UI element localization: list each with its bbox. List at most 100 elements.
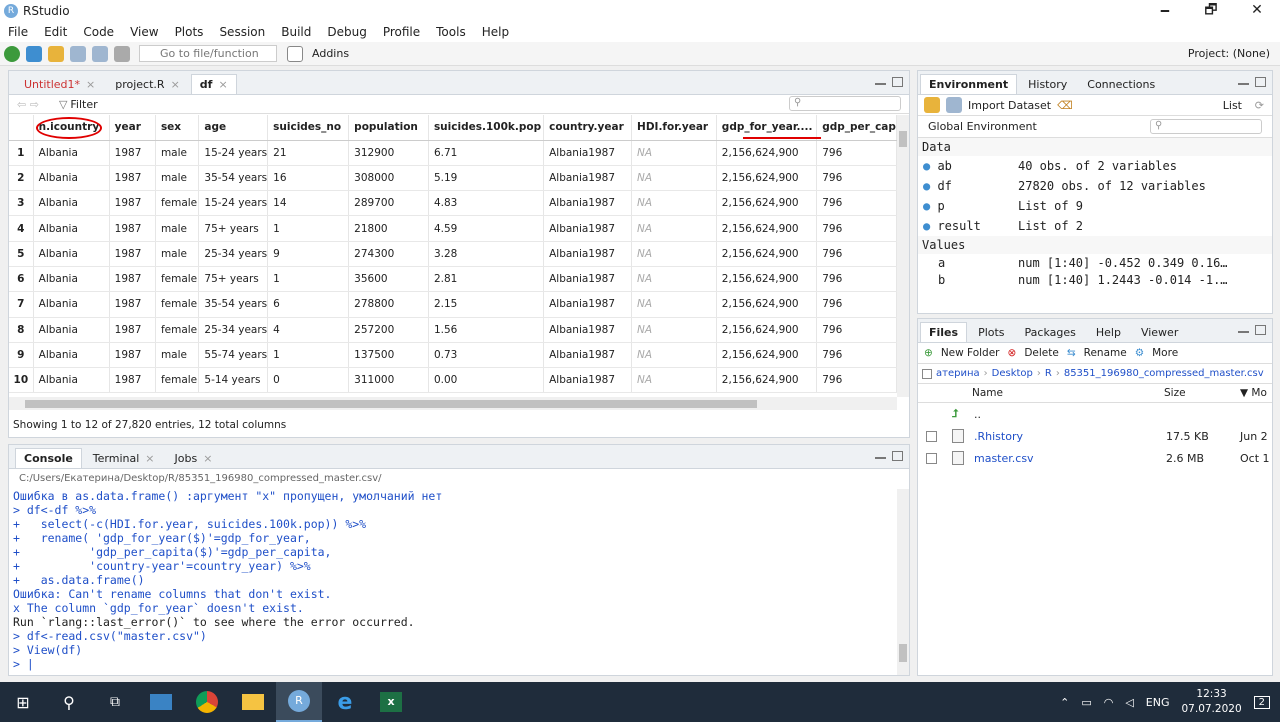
new-file-icon[interactable]	[4, 45, 20, 62]
table-row[interactable]: 1 Albania 1987 male 15-24 years 21 312900 6.71 A…	[9, 140, 897, 166]
start-button[interactable]: ⊞	[0, 682, 46, 722]
volume-icon[interactable]: ◁	[1125, 696, 1133, 709]
minimize-pane-button[interactable]	[875, 77, 886, 85]
tab-viewer[interactable]: Viewer	[1132, 322, 1187, 342]
table-row[interactable]: 2 Albania 1987 male 35-54 years 16 308000 5.19 A…	[9, 165, 897, 192]
print-icon[interactable]	[114, 45, 130, 62]
global-environment-menu[interactable]: Global Environment	[928, 120, 1037, 133]
taskbar-app-folder[interactable]	[138, 682, 184, 722]
close-icon[interactable]: ×	[145, 449, 154, 469]
tab-help[interactable]: Help	[1087, 322, 1130, 342]
maximize-pane-button[interactable]	[1255, 77, 1266, 87]
column-header[interactable]: population	[348, 115, 429, 141]
column-header[interactable]: country.year	[543, 115, 633, 141]
table-row[interactable]: 3 Albania 1987 female 15-24 years 14 289700 4.8…	[9, 190, 897, 217]
tab-environment[interactable]: Environment	[920, 74, 1018, 94]
tab-project-r[interactable]: project.R ×	[106, 74, 189, 94]
column-header[interactable]: HDI.for.year	[631, 115, 717, 141]
open-file-icon[interactable]	[48, 45, 64, 62]
save-workspace-icon[interactable]	[946, 97, 962, 113]
taskbar-app-chrome[interactable]	[184, 682, 230, 722]
table-row[interactable]: 8 Albania 1987 female 25-34 years 4 257200 1.56…	[9, 317, 897, 343]
env-value-row[interactable]: a num [1:40] -0.452 0.349 0.16…	[918, 254, 1272, 271]
taskbar-app-excel[interactable]: x	[368, 682, 414, 722]
maximize-pane-button[interactable]	[1255, 325, 1266, 335]
file-name-link[interactable]: master.csv	[974, 452, 1034, 465]
grid-layout-icon[interactable]	[287, 45, 303, 62]
delete-button[interactable]: Delete	[1024, 347, 1059, 359]
file-row[interactable]: .Rhistory 17.5 KB Jun 2	[918, 425, 1272, 447]
minimize-button[interactable]: 🗕	[1142, 0, 1188, 22]
column-header[interactable]: age	[198, 115, 269, 141]
addins-menu[interactable]: Addins	[312, 47, 349, 60]
notifications-icon[interactable]: 2	[1253, 695, 1270, 709]
expand-icon[interactable]: ●	[923, 199, 937, 213]
tab-jobs[interactable]: Jobs ×	[166, 448, 222, 468]
tab-packages[interactable]: Packages	[1016, 322, 1085, 342]
search-button[interactable]: ⚲	[46, 682, 92, 722]
horizontal-scrollbar[interactable]	[9, 397, 897, 410]
tab-terminal[interactable]: Terminal ×	[84, 448, 164, 468]
env-value-row[interactable]: b num [1:40] 1.2443 -0.014 -1.…	[918, 271, 1272, 288]
expand-icon[interactable]: ●	[923, 219, 937, 233]
env-data-row[interactable]: ● df 27820 obs. of 12 variables	[918, 176, 1272, 196]
close-icon[interactable]: ×	[86, 75, 95, 95]
battery-icon[interactable]: ▭	[1081, 696, 1091, 709]
name-column-header[interactable]: Name	[972, 387, 1003, 399]
menu-file[interactable]: File	[0, 25, 36, 39]
close-icon[interactable]: ×	[203, 449, 212, 469]
table-row[interactable]: 5 Albania 1987 male 25-34 years 9 274300 3.28 Al…	[9, 241, 897, 267]
list-view-menu[interactable]: List	[1223, 99, 1242, 112]
expand-icon[interactable]: ●	[923, 179, 937, 193]
menu-debug[interactable]: Debug	[319, 25, 374, 39]
breadcrumb-item[interactable]: атерина	[936, 368, 980, 379]
table-search-input[interactable]: ⚲	[789, 96, 901, 111]
breadcrumb-item[interactable]: Desktop	[992, 368, 1033, 379]
file-row[interactable]: master.csv 2.6 MB Oct 1	[918, 447, 1272, 469]
filter-icon[interactable]: ▽	[59, 98, 67, 111]
clock[interactable]: 12:33 07.07.2020	[1182, 687, 1242, 717]
env-search-input[interactable]: ⚲	[1150, 119, 1262, 134]
minimize-pane-button[interactable]	[875, 451, 886, 459]
import-dataset-button[interactable]: Import Dataset	[968, 99, 1051, 112]
breadcrumb-item[interactable]: 85351_196980_compressed_master.csv	[1064, 368, 1264, 379]
minimize-pane-button[interactable]	[1238, 77, 1249, 85]
file-checkbox[interactable]	[926, 452, 937, 464]
menu-plots[interactable]: Plots	[167, 25, 212, 39]
tab-history[interactable]: History	[1019, 74, 1076, 94]
env-data-row[interactable]: ● ab 40 obs. of 2 variables	[918, 156, 1272, 176]
wifi-icon[interactable]: ◠	[1104, 696, 1114, 709]
close-button[interactable]: ✕	[1234, 0, 1280, 22]
table-row[interactable]: 10 Albania 1987 female 5-14 years 0 311000 0.00…	[9, 367, 897, 394]
maximize-button[interactable]: 🗗	[1188, 0, 1234, 22]
tab-df[interactable]: df ×	[190, 74, 237, 95]
chevron-up-icon[interactable]: ⌃	[1060, 696, 1069, 709]
broom-icon[interactable]: ⌫	[1057, 99, 1073, 112]
new-project-icon[interactable]	[26, 45, 42, 62]
close-icon[interactable]: ×	[218, 75, 227, 95]
tab-files[interactable]: Files	[920, 322, 968, 342]
more-menu[interactable]: More	[1152, 347, 1178, 359]
menu-edit[interactable]: Edit	[36, 25, 75, 39]
console-output[interactable]: Ошибка в as.data.frame() :аргумент "x" п…	[9, 489, 909, 675]
file-checkbox[interactable]	[926, 430, 937, 442]
maximize-pane-button[interactable]	[892, 77, 903, 87]
table-row[interactable]: 4 Albania 1987 male 75+ years 1 21800 4.59 Alban…	[9, 215, 897, 242]
console-scrollbar[interactable]	[897, 489, 909, 675]
rename-button[interactable]: Rename	[1084, 347, 1127, 359]
table-row[interactable]: 6 Albania 1987 female 75+ years 1 35600 2.81 Alb…	[9, 266, 897, 293]
tab-connections[interactable]: Connections	[1078, 74, 1164, 94]
parent-dir-link[interactable]: ..	[974, 408, 981, 421]
taskbar-app-rstudio[interactable]: R	[276, 682, 322, 722]
env-value-row[interactable]: densnum [1:3] 1 2 1	[918, 288, 1272, 292]
select-all-checkbox[interactable]	[922, 368, 932, 379]
taskbar-app-edge[interactable]: e	[322, 682, 368, 722]
column-header[interactable]: year	[109, 115, 156, 141]
table-row[interactable]: 7 Albania 1987 female 35-54 years 6 278800 2.15…	[9, 291, 897, 318]
taskbar-app-explorer[interactable]	[230, 682, 276, 722]
env-data-row[interactable]: ● p List of 9	[918, 196, 1272, 216]
env-data-row[interactable]: ● result List of 2	[918, 216, 1272, 236]
tab-untitled1[interactable]: Untitled1* ×	[15, 74, 104, 94]
table-row[interactable]: 9 Albania 1987 male 55-74 years 1 137500 0.73 Al…	[9, 342, 897, 369]
minimize-pane-button[interactable]	[1238, 325, 1249, 333]
